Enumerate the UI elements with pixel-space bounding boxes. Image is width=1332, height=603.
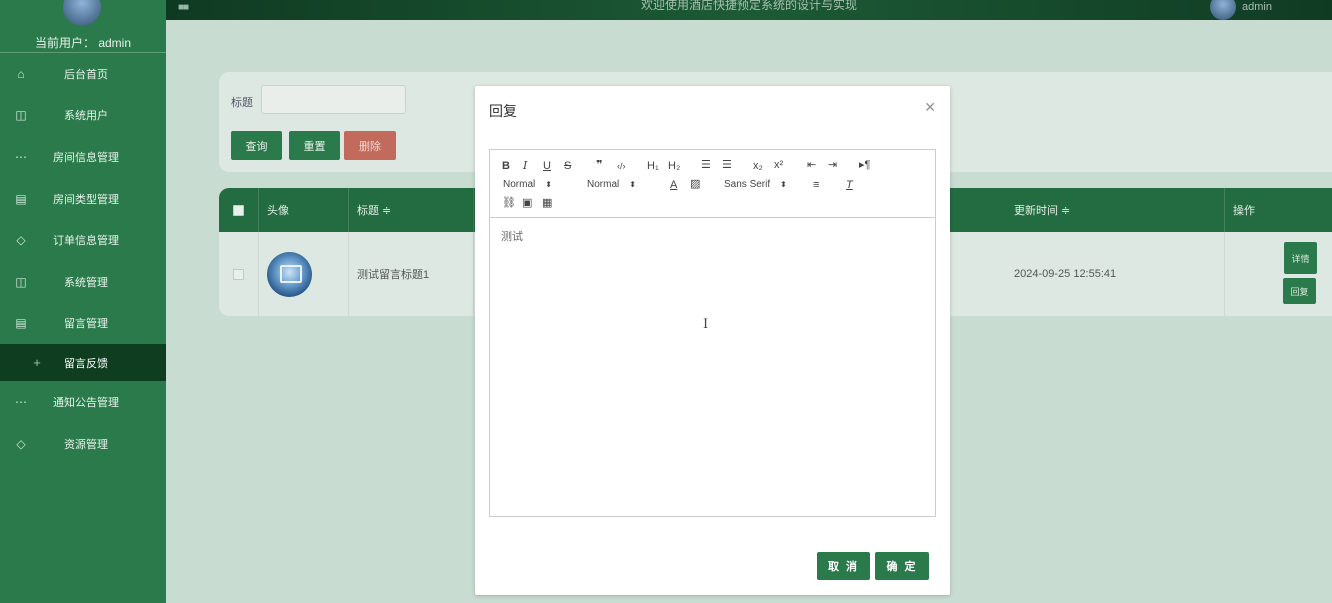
- chevron-updown-icon: ⬍: [629, 180, 636, 189]
- text-direction-icon[interactable]: ▸¶: [859, 159, 870, 171]
- blockquote-icon[interactable]: ❞: [596, 159, 602, 171]
- size-select-value: Normal: [587, 179, 620, 190]
- background-color-icon[interactable]: ▨: [690, 178, 700, 190]
- reply-dialog: 回复 ✕ B I U S ❞ ‹/› H₁ H₂ ☰ ☰ x₂ x² ⇤ ⇥ ▸…: [475, 86, 950, 595]
- font-select[interactable]: Sans Serif ⬍: [724, 179, 787, 190]
- outdent-icon[interactable]: ⇤: [807, 159, 816, 171]
- chevron-updown-icon: ⬍: [545, 180, 552, 189]
- code-block-icon[interactable]: ‹/›: [617, 160, 626, 172]
- cancel-button[interactable]: 取 消: [817, 552, 870, 580]
- image-icon[interactable]: ▣: [522, 197, 532, 209]
- font-select-value: Sans Serif: [724, 179, 771, 190]
- editor-content[interactable]: 测试 I: [490, 218, 935, 516]
- superscript-icon[interactable]: x²: [774, 159, 783, 171]
- clear-format-icon[interactable]: T: [846, 179, 853, 191]
- header-select-value: Normal: [503, 179, 536, 190]
- h2-icon[interactable]: H₂: [668, 160, 680, 172]
- editor-text: 测试: [501, 231, 523, 243]
- confirm-button[interactable]: 确 定: [875, 552, 929, 580]
- header-select[interactable]: Normal ⬍: [503, 179, 552, 190]
- editor-toolbar: B I U S ❞ ‹/› H₁ H₂ ☰ ☰ x₂ x² ⇤ ⇥ ▸¶ Nor…: [490, 150, 935, 218]
- chevron-updown-icon: ⬍: [780, 180, 787, 189]
- text-cursor-icon: I: [703, 317, 709, 332]
- indent-icon[interactable]: ⇥: [828, 159, 837, 171]
- size-select[interactable]: Normal ⬍: [587, 179, 636, 190]
- video-icon[interactable]: ▦: [542, 197, 552, 209]
- font-color-icon[interactable]: A: [670, 179, 677, 191]
- link-icon[interactable]: ⛓: [502, 197, 516, 209]
- align-icon[interactable]: ≡: [813, 179, 819, 191]
- bold-icon[interactable]: B: [502, 160, 510, 172]
- italic-icon[interactable]: I: [523, 160, 527, 172]
- subscript-icon[interactable]: x₂: [753, 160, 763, 172]
- ordered-list-icon[interactable]: ☰: [701, 159, 711, 171]
- rich-text-editor: B I U S ❞ ‹/› H₁ H₂ ☰ ☰ x₂ x² ⇤ ⇥ ▸¶ Nor…: [489, 149, 936, 517]
- close-icon[interactable]: ✕: [924, 99, 936, 116]
- underline-icon[interactable]: U: [543, 160, 551, 172]
- dialog-title: 回复: [489, 103, 517, 119]
- strike-icon[interactable]: S: [564, 160, 571, 172]
- h1-icon[interactable]: H₁: [647, 160, 659, 172]
- bullet-list-icon[interactable]: ☰: [722, 159, 732, 171]
